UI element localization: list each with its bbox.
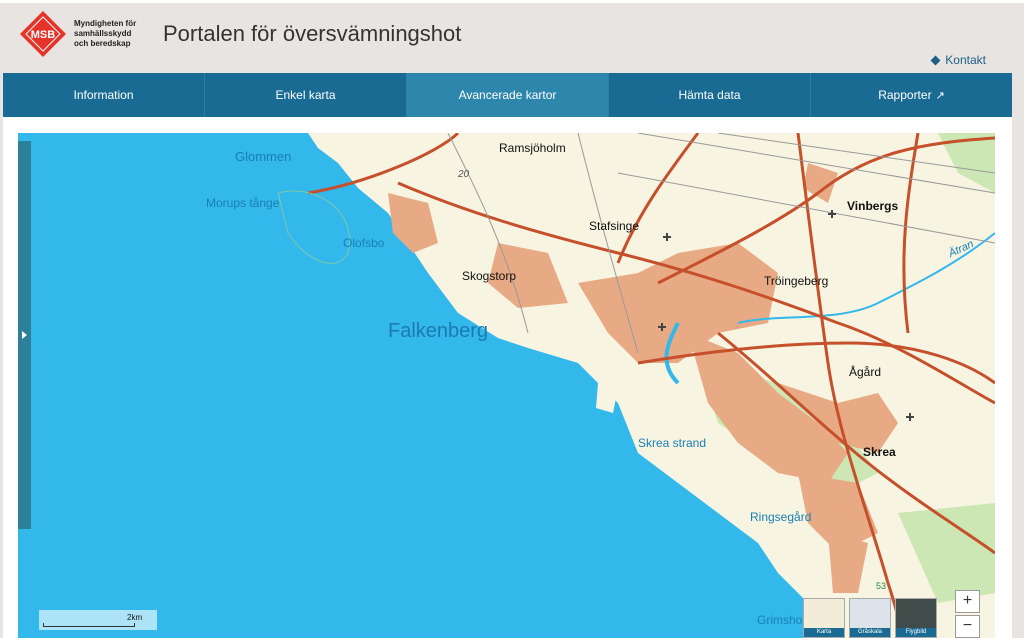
- islet: [596, 383, 618, 413]
- place-label: Glommen: [235, 149, 292, 164]
- scale-bar: 2km: [39, 610, 157, 630]
- place-label: Morups tånge: [206, 196, 280, 210]
- place-label: Ramsjöholm: [499, 141, 566, 155]
- road-number: 20: [458, 169, 470, 180]
- nav-label: Information: [73, 88, 134, 102]
- nav-label: Avancerade kartor: [458, 88, 557, 102]
- page-title: Portalen för översvämningshot: [163, 21, 462, 46]
- basemap-flygbild[interactable]: Flygbild: [895, 598, 937, 638]
- place-label: Grimsho: [757, 613, 803, 627]
- basemap-label: Karta: [804, 628, 844, 637]
- basemap-label: Gråskala: [850, 628, 890, 637]
- scale-line: [43, 623, 135, 627]
- contact-label: Kontakt: [945, 53, 986, 67]
- place-label: Skrea: [863, 445, 896, 459]
- place-label: Ågård: [849, 365, 882, 379]
- islet: [277, 190, 350, 264]
- basemap-label: Flygbild: [896, 628, 936, 637]
- nav-label: Rapporter: [878, 88, 932, 102]
- nav-item-information[interactable]: Information: [3, 73, 205, 117]
- nav-item-enkel-karta[interactable]: Enkel karta: [205, 73, 407, 117]
- diamond-icon: [930, 55, 941, 65]
- nav-item-rapporter[interactable]: Rapporter ↗: [811, 73, 1012, 117]
- org-line1: Myndigheten för: [74, 19, 137, 28]
- zoom-controls: + −: [955, 590, 980, 638]
- place-label: Vinbergs: [847, 199, 899, 213]
- msb-logo-mark: MSB: [20, 11, 66, 57]
- place-label: Tröingeberg: [764, 274, 829, 288]
- nav-label: Enkel karta: [275, 88, 336, 102]
- road-number: 53: [876, 581, 887, 591]
- msb-logo[interactable]: MSB Myndigheten för samhällsskydd och be…: [18, 9, 138, 61]
- place-label: Skogstorp: [462, 269, 517, 283]
- place-label: Olofsbo: [343, 236, 385, 250]
- site-header: MSB Myndigheten för samhällsskydd och be…: [0, 3, 1024, 73]
- chevron-right-icon: [22, 331, 27, 339]
- place-label: Ringsegård: [750, 510, 812, 524]
- nav-item-avancerade-kartor[interactable]: Avancerade kartor: [407, 73, 609, 117]
- basemap-graskala[interactable]: Gråskala: [849, 598, 891, 638]
- place-label: Stafsinge: [589, 219, 640, 233]
- contact-link[interactable]: Kontakt: [930, 53, 986, 67]
- zoom-out-button[interactable]: −: [955, 615, 980, 638]
- org-line2: samhällsskydd: [74, 29, 132, 38]
- external-link-icon: ↗: [935, 89, 945, 102]
- org-line3: och beredskap: [74, 39, 131, 48]
- logo-label: MSB: [31, 29, 56, 41]
- org-name: Myndigheten för samhällsskydd och bereds…: [74, 19, 144, 49]
- zoom-in-button[interactable]: +: [955, 590, 980, 613]
- nav-item-hamta-data[interactable]: Hämta data: [609, 73, 811, 117]
- place-label: Falkenberg: [388, 320, 489, 342]
- main-nav: Information Enkel karta Avancerade karto…: [3, 73, 1012, 117]
- map-view[interactable]: Glommen Morups tånge Olofsbo Ramsjöholm …: [18, 133, 995, 638]
- basemap-switcher: Karta Gråskala Flygbild: [803, 598, 937, 638]
- place-label: Skrea strand: [638, 436, 707, 450]
- basemap-karta[interactable]: Karta: [803, 598, 845, 638]
- side-panel-toggle[interactable]: [18, 141, 31, 529]
- nav-label: Hämta data: [678, 88, 741, 102]
- scale-label: 2km: [127, 613, 143, 622]
